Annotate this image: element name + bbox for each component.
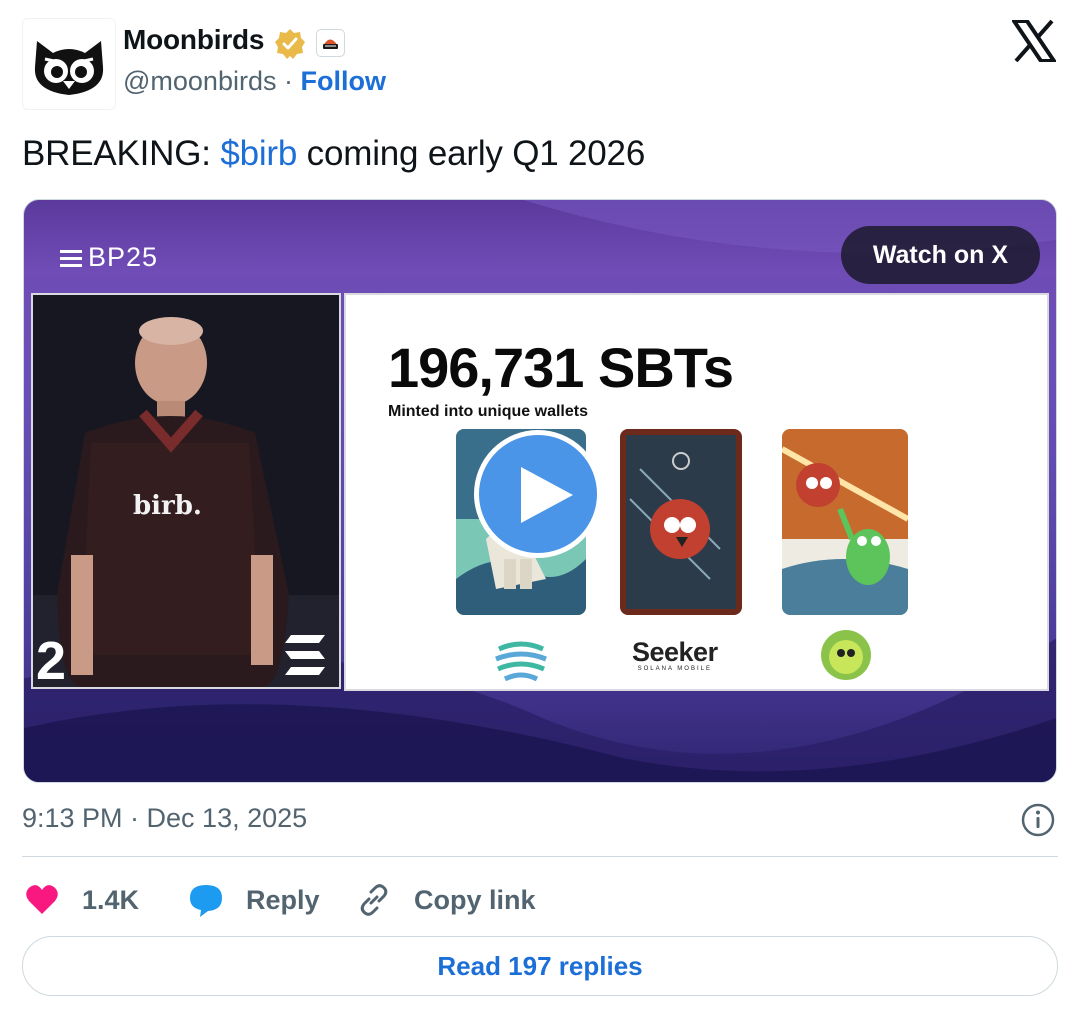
striped-partner-logo-icon <box>494 632 548 686</box>
slide-subtitle: Minted into unique wallets <box>388 403 588 420</box>
author-avatar[interactable] <box>22 18 116 110</box>
solana-logo-icon <box>285 635 325 675</box>
author-handle[interactable]: @moonbirds <box>123 66 276 96</box>
like-count: 1.4K <box>82 884 140 915</box>
like-button[interactable]: 1.4K <box>24 880 139 920</box>
reply-button[interactable]: Reply <box>188 880 320 920</box>
info-icon[interactable] <box>1020 802 1056 838</box>
read-replies-button[interactable]: Read 197 replies <box>22 936 1058 996</box>
event-tag: BP25 <box>60 242 158 273</box>
seeker-sub: SOLANA MOBILE <box>637 666 712 672</box>
owl-avatar-icon <box>34 41 104 95</box>
seeker-name: Seeker <box>632 637 718 667</box>
copy-link-label: Copy link <box>414 884 536 915</box>
cashtag-link[interactable]: $birb <box>220 134 297 173</box>
speaker-frame: 2 birb. <box>31 293 341 689</box>
verified-badge-icon <box>275 29 305 59</box>
presentation-slide: 196,731 SBTs Minted into unique wallets <box>344 293 1049 691</box>
copy-link-button[interactable]: Copy link <box>356 880 536 920</box>
shirt-text: birb. <box>133 491 202 521</box>
nft-card-2 <box>620 429 742 615</box>
reply-bubble-icon <box>190 885 222 917</box>
link-icon <box>360 884 388 916</box>
tweet-suffix: coming early Q1 2026 <box>297 134 646 173</box>
solana-bars-icon <box>60 249 82 267</box>
stage-digit: 2 <box>36 631 66 687</box>
play-icon <box>521 467 573 523</box>
watch-on-x-button[interactable]: Watch on X <box>840 226 1040 284</box>
follow-button[interactable]: Follow <box>301 66 386 96</box>
event-tag-label: BP25 <box>88 242 159 272</box>
heart-icon <box>26 885 58 914</box>
tweet-timestamp[interactable]: 9:13 PM · Dec 13, 2025 <box>22 803 307 834</box>
author-handle-row: @moonbirds · Follow <box>123 66 386 97</box>
frog-coin-logo-icon <box>821 630 871 680</box>
owl-card-illustration <box>620 429 742 615</box>
tweet-prefix: BREAKING: <box>22 134 221 173</box>
video-embed[interactable]: BP25 Watch on X 2 birb. 196,731 SBTs Min… <box>23 199 1057 783</box>
x-logo-icon[interactable] <box>1012 20 1056 62</box>
slide-title: 196,731 SBTs <box>388 336 734 399</box>
seeker-logo: Seeker SOLANA MOBILE <box>632 637 718 672</box>
play-button[interactable] <box>474 430 602 558</box>
separator: · <box>284 66 293 96</box>
affiliation-badge-icon[interactable] <box>316 29 345 57</box>
author-name[interactable]: Moonbirds <box>123 24 264 56</box>
divider <box>22 856 1058 857</box>
tweet-text: BREAKING: $birb coming early Q1 2026 <box>22 134 645 174</box>
nft-card-3 <box>782 429 908 615</box>
reply-label: Reply <box>246 884 320 915</box>
frog-card-illustration <box>782 429 908 615</box>
